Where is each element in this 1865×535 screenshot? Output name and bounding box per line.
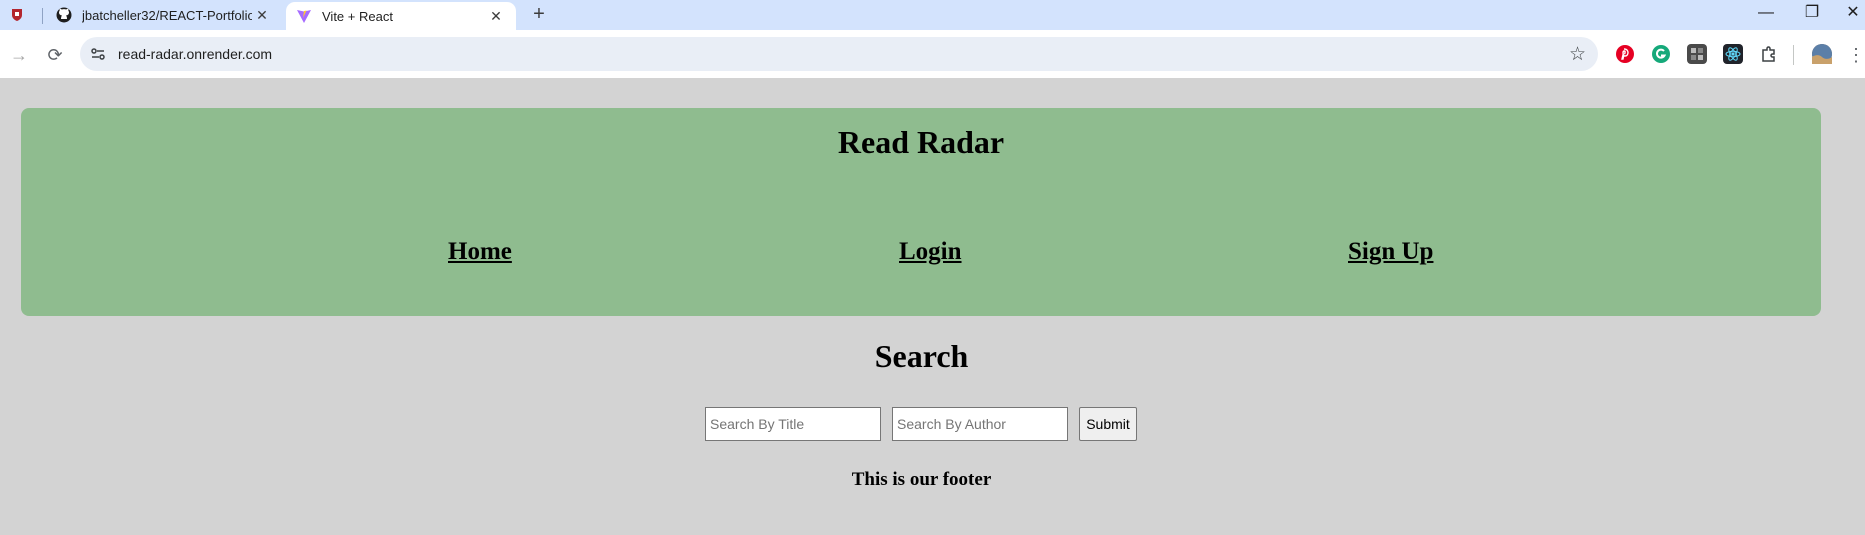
tab-title: jbatcheller32/REACT-Portfolio [82, 7, 252, 23]
nav-link-home[interactable]: Home [448, 238, 512, 266]
forward-icon[interactable]: → [6, 42, 32, 68]
tab-pinned[interactable] [8, 0, 36, 30]
profile-avatar-icon[interactable] [1812, 44, 1832, 64]
shield-crest-icon [9, 7, 25, 23]
tab-strip: jbatcheller32/REACT-Portfolio ✕ Vite + R… [0, 0, 1865, 30]
search-by-author-input[interactable] [892, 407, 1068, 441]
react-devtools-icon[interactable] [1723, 44, 1743, 64]
extension-grid-icon[interactable] [1687, 44, 1707, 64]
search-heading: Search [874, 338, 969, 374]
minimize-icon[interactable]: — [1743, 0, 1789, 30]
close-window-icon[interactable]: ✕ [1830, 0, 1865, 30]
pinterest-icon[interactable] [1615, 44, 1635, 64]
site-settings-icon[interactable] [90, 46, 106, 62]
tab-title: Vite + React [322, 8, 393, 24]
grammarly-icon[interactable] [1651, 44, 1671, 64]
nav-link-login[interactable]: Login [899, 238, 962, 266]
site-title: Read Radar [837, 124, 1005, 160]
address-bar[interactable]: read-radar.onrender.com ☆ [80, 37, 1598, 71]
vite-icon [296, 8, 312, 24]
nav-link-sign-up[interactable]: Sign Up [1348, 238, 1433, 266]
site-header: Read Radar Home Login Sign Up [21, 108, 1821, 316]
new-tab-button[interactable]: + [526, 3, 552, 27]
restore-icon[interactable]: ❐ [1789, 0, 1835, 30]
close-tab-icon[interactable]: ✕ [486, 8, 506, 25]
menu-kebab-icon[interactable]: ⋮ [1847, 42, 1865, 68]
close-tab-icon[interactable]: ✕ [252, 7, 272, 24]
tab-separator [42, 8, 43, 24]
toolbar-separator [1793, 45, 1794, 65]
tab-github[interactable]: jbatcheller32/REACT-Portfolio ✕ [46, 0, 282, 30]
github-icon [56, 7, 72, 23]
url-text: read-radar.onrender.com [118, 46, 273, 62]
puzzle-icon[interactable] [1759, 44, 1779, 64]
submit-button[interactable]: Submit [1079, 407, 1137, 441]
reload-icon[interactable]: ⟳ [42, 42, 68, 68]
browser-toolbar: → ⟳ read-radar.onrender.com ☆ ⋮ [0, 30, 1865, 78]
tab-vite-react[interactable]: Vite + React ✕ [286, 2, 516, 30]
bookmark-star-icon[interactable]: ☆ [1569, 43, 1586, 66]
search-by-title-input[interactable] [705, 407, 881, 441]
page-footer: This is our footer [851, 469, 992, 490]
